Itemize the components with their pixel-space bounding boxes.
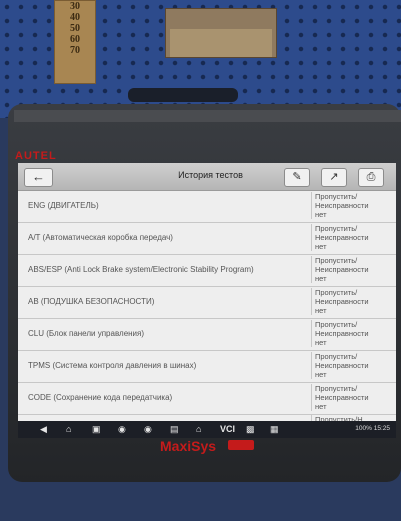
test-status: Пропустить/Неисправности нет	[311, 192, 378, 219]
test-status: Пропустить/Неисправности нет	[311, 224, 378, 251]
test-name: CLU (Блок панели управления)	[28, 329, 145, 338]
test-name: AB (ПОДУШКА БЕЗОПАСНОСТИ)	[28, 297, 155, 306]
device-bumper	[14, 110, 401, 122]
android-nav-bar: ◀ ⌂ ▣ ◉ ◉ ▤ ⌂ VCI ▩ ▦ 100% 15:25	[18, 421, 396, 438]
clock: 15:25	[373, 425, 390, 432]
measuring-gauge: 30 40 50 60 70	[54, 0, 96, 84]
back-icon[interactable]: ◀	[40, 424, 47, 434]
test-name: ABS/ESP (Anti Lock Brake system/Electron…	[28, 265, 254, 274]
shop-icon[interactable]: ▦	[270, 424, 279, 434]
camera-icon[interactable]: ◉	[144, 424, 152, 434]
test-name: A/T (Автоматическая коробка передач)	[28, 233, 173, 242]
test-name: CODE (Сохранение кода передатчика)	[28, 393, 173, 402]
test-row[interactable]: ABS/ESP (Anti Lock Brake system/Electron…	[18, 255, 396, 287]
home-icon[interactable]: ⌂	[66, 424, 71, 434]
print-icon[interactable]: ⎙	[358, 168, 384, 187]
gauge-mark: 40	[70, 12, 80, 23]
home-garage-icon[interactable]: ⌂	[196, 424, 201, 434]
gauge-mark: 60	[70, 34, 80, 45]
test-row[interactable]: AB (ПОДУШКА БЕЗОПАСНОСТИ) Пропустить/Неи…	[18, 287, 396, 319]
test-status: Пропустить/Неисправности нет	[311, 288, 378, 315]
test-row[interactable]: ENG (ДВИГАТЕЛЬ) Пропустить/Неисправности…	[18, 191, 396, 223]
car-icon[interactable]: ▩	[246, 424, 255, 434]
gauge-mark: 70	[70, 45, 80, 56]
tablet-screen: ← История тестов ✎ ↗ ⎙ ENG (ДВИГАТЕЛЬ) П…	[18, 163, 396, 438]
gauge-mark: 30	[70, 1, 80, 12]
test-status: Пропустить/Неисправности нет	[311, 320, 378, 347]
wall-plate	[165, 8, 277, 58]
title-bar: ← История тестов ✎ ↗ ⎙	[18, 163, 396, 191]
test-name: TPMS (Система контроля давления в шинах)	[28, 361, 197, 370]
page-title: История тестов	[178, 170, 243, 180]
test-history-list: ENG (ДВИГАТЕЛЬ) Пропустить/Неисправности…	[18, 191, 396, 424]
test-row[interactable]: CODE (Сохранение кода передатчика) Пропу…	[18, 383, 396, 415]
screenshot-icon[interactable]: ▤	[170, 424, 179, 434]
test-status: Пропустить/Неисправности нет	[311, 384, 378, 411]
maxisys-logo: MaxiSys	[160, 438, 217, 454]
back-arrow-icon[interactable]: ←	[24, 168, 53, 187]
edit-icon[interactable]: ✎	[284, 168, 310, 187]
test-status: Пропустить/Неисправности нет	[311, 256, 378, 283]
status-bar: 100% 15:25	[355, 425, 390, 432]
cable-connector	[128, 88, 238, 102]
gauge-mark: 50	[70, 23, 80, 34]
test-row[interactable]: CLU (Блок панели управления) Пропустить/…	[18, 319, 396, 351]
recent-apps-icon[interactable]: ▣	[92, 424, 101, 434]
chrome-icon[interactable]: ◉	[118, 424, 126, 434]
device-brand-logo: AUTEL	[15, 150, 57, 162]
test-name: ENG (ДВИГАТЕЛЬ)	[28, 201, 99, 210]
battery-level: 100%	[355, 425, 372, 432]
model-badge	[228, 440, 254, 450]
share-icon[interactable]: ↗	[321, 168, 347, 187]
test-status: Пропустить/Неисправности нет	[311, 352, 378, 379]
vci-icon[interactable]: VCI	[220, 424, 235, 434]
test-row[interactable]: A/T (Автоматическая коробка передач) Про…	[18, 223, 396, 255]
test-row[interactable]: TPMS (Система контроля давления в шинах)…	[18, 351, 396, 383]
